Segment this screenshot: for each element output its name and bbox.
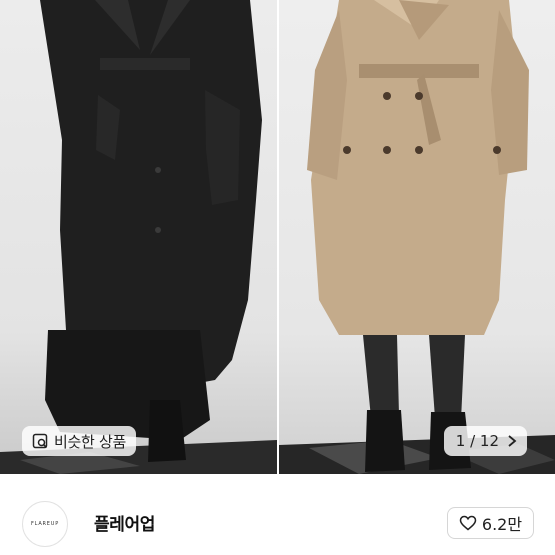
product-photo-black-coat: [0, 0, 277, 474]
similar-search-icon: [32, 433, 48, 449]
product-photo-beige-coat: [279, 0, 555, 474]
like-button[interactable]: 6.2만: [447, 507, 534, 539]
seller-avatar[interactable]: FLAREUP: [22, 501, 68, 547]
similar-products-button[interactable]: 비슷한 상품: [22, 426, 136, 456]
seller-avatar-logo: FLAREUP: [30, 521, 60, 527]
product-image-gallery[interactable]: 비슷한 상품 1 / 12: [0, 0, 555, 474]
like-count: 6.2만: [481, 515, 523, 534]
page-indicator-label: 1 / 12: [455, 432, 499, 450]
product-detail-screen: 비슷한 상품 1 / 12 FLAREUP 플레어업 6.2만: [0, 0, 555, 555]
image-page-indicator[interactable]: 1 / 12: [443, 426, 527, 456]
seller-name[interactable]: 플레어업: [94, 510, 155, 535]
chevron-right-icon: [507, 434, 517, 448]
heart-outline-icon: [459, 515, 477, 531]
similar-products-label: 비슷한 상품: [54, 432, 126, 451]
